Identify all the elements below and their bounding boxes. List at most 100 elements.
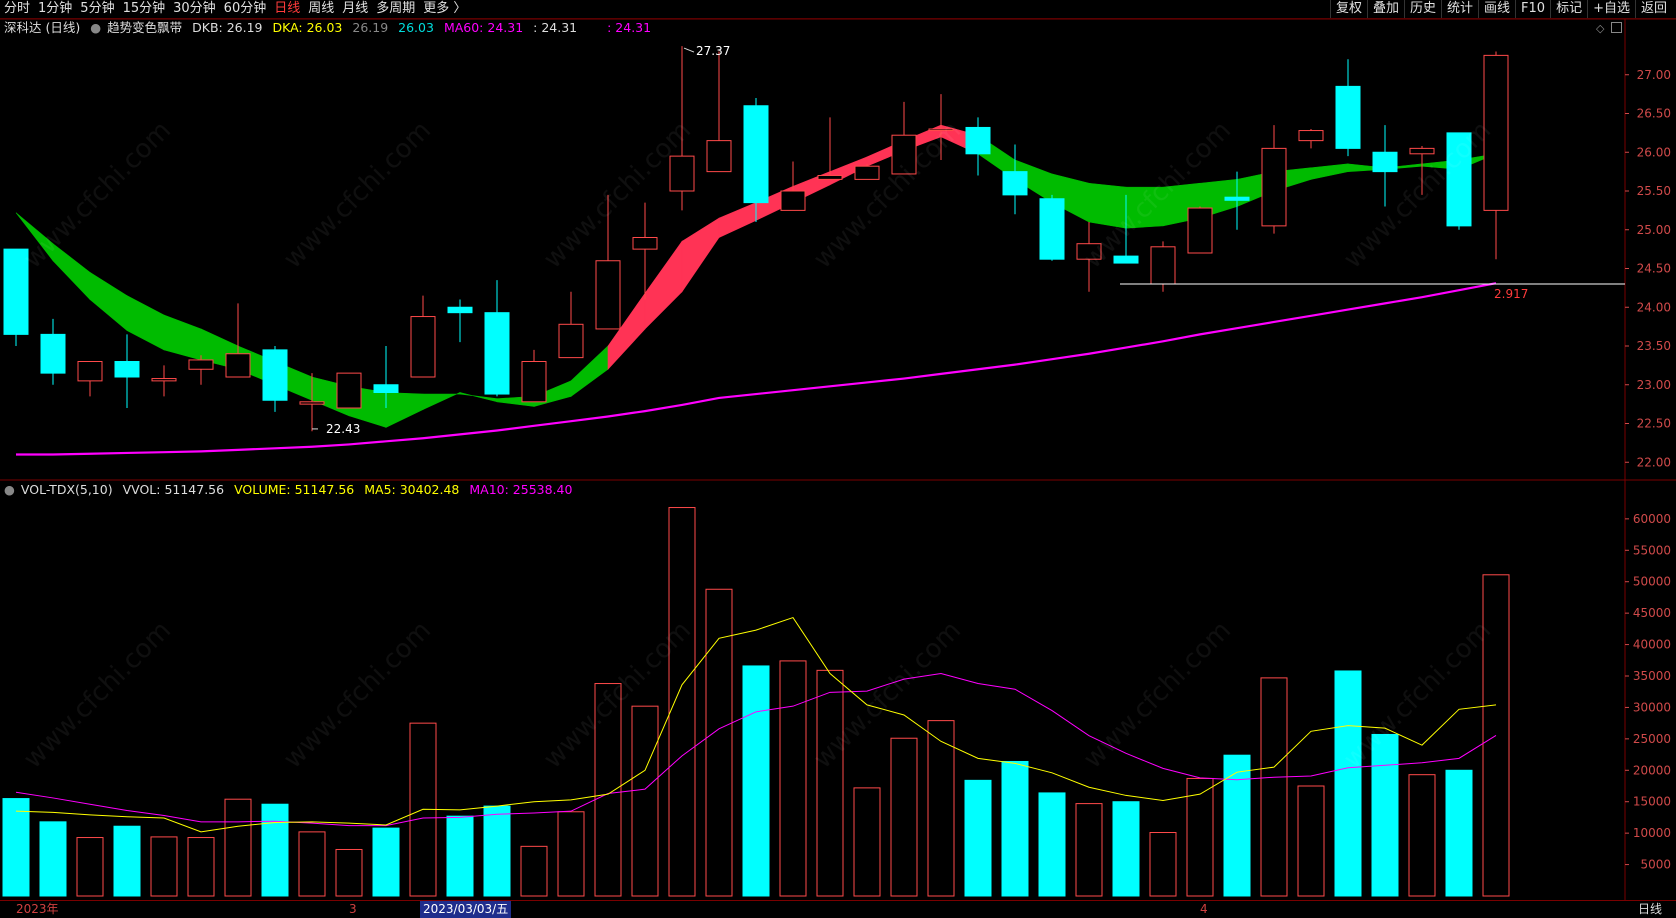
volume-tick-label: 35000 xyxy=(1633,669,1671,683)
volume-tick-label: 25000 xyxy=(1633,732,1671,746)
trend-band-segment xyxy=(163,314,202,361)
volume-bar xyxy=(1408,774,1436,897)
volume-tick-label: 15000 xyxy=(1633,795,1671,809)
volume-bar xyxy=(2,798,30,897)
volume-bar xyxy=(39,821,67,897)
volume-bar xyxy=(150,836,178,897)
volume-bar xyxy=(1334,670,1362,897)
candle-body xyxy=(1224,196,1250,201)
volume-tick-label: 10000 xyxy=(1633,826,1671,840)
trend-band-segment xyxy=(89,271,128,332)
period-label: 日线 xyxy=(1637,902,1662,916)
volume-bar xyxy=(224,798,252,897)
candle-body xyxy=(1372,151,1398,173)
candle-body xyxy=(1483,54,1509,211)
low-price-label: 22.43 xyxy=(326,422,360,436)
candle-body xyxy=(595,260,621,330)
price-tick-label: 27.00 xyxy=(1637,68,1671,82)
candle-body xyxy=(706,140,732,173)
price-tick-label: 26.00 xyxy=(1637,145,1671,159)
candle-body xyxy=(188,359,214,370)
candle-body xyxy=(40,333,66,374)
candle-body xyxy=(299,401,325,405)
volume-tick-label: 60000 xyxy=(1633,512,1671,526)
axis-year-label: 2023年 xyxy=(16,902,59,916)
volume-bar xyxy=(261,803,289,897)
volume-bar xyxy=(890,737,918,897)
volume-bar xyxy=(594,683,622,897)
candle-body xyxy=(225,353,251,378)
volume-tick-label: 20000 xyxy=(1633,763,1671,777)
volume-bar xyxy=(1038,792,1066,897)
trend-band-segment xyxy=(681,217,720,293)
volume-bar xyxy=(483,805,511,897)
trend-band-segment xyxy=(126,295,165,351)
price-tick-label: 22.50 xyxy=(1637,417,1671,431)
axis-month-3-label: 3 xyxy=(349,902,357,916)
candle-body xyxy=(1187,207,1213,254)
candle-body xyxy=(965,126,991,155)
candle-body xyxy=(521,361,547,403)
trend-band-segment xyxy=(1088,182,1127,229)
candle-body xyxy=(373,384,399,393)
volume-bar xyxy=(705,588,733,897)
volume-bar xyxy=(1260,677,1288,897)
volume-bar xyxy=(816,669,844,897)
candle-body xyxy=(1039,198,1065,260)
volume-bar xyxy=(1371,733,1399,897)
cursor-date-label: 2023/03/03/五 xyxy=(420,901,512,918)
volume-bar xyxy=(853,787,881,897)
candle-body xyxy=(1298,130,1324,142)
trend-band-segment xyxy=(1125,186,1164,229)
time-axis-bar: 2023年 3 2023/03/03/五 4 日线 xyxy=(0,900,1676,918)
price-tick-label: 22.00 xyxy=(1637,455,1671,469)
volume-bar xyxy=(335,848,363,897)
volume-bar xyxy=(557,811,585,897)
volume-tick-label: 45000 xyxy=(1633,606,1671,620)
volume-bar xyxy=(927,720,955,897)
candle-body xyxy=(928,128,954,131)
candle-body xyxy=(1261,147,1287,227)
chart-canvas[interactable]: 22.00 22.50 23.00 23.50 24.00 24.50 25.00 25.50… xyxy=(0,0,1676,900)
candle-body xyxy=(1113,255,1139,264)
trend-band-segment xyxy=(422,392,461,411)
candle-body xyxy=(410,316,436,378)
candle-body xyxy=(1002,171,1028,196)
candle-body xyxy=(336,372,362,409)
volume-tick-label: 50000 xyxy=(1633,575,1671,589)
volume-tick-label: 55000 xyxy=(1633,543,1671,557)
price-tick-label: 24.50 xyxy=(1637,262,1671,276)
candle-body xyxy=(1076,243,1102,260)
volume-bar xyxy=(668,507,696,897)
volume-bar xyxy=(964,779,992,897)
candle-body xyxy=(1446,132,1472,227)
price-tick-label: 25.00 xyxy=(1637,223,1671,237)
price-tick-label: 24.00 xyxy=(1637,300,1671,314)
candle-body xyxy=(151,378,177,382)
volume-bar xyxy=(1297,785,1325,897)
volume-bar xyxy=(631,705,659,897)
volume-bar xyxy=(1445,769,1473,897)
volume-bar xyxy=(520,845,548,897)
candle-body xyxy=(1150,246,1176,285)
price-tick-label: 23.00 xyxy=(1637,378,1671,392)
volume-bar xyxy=(1223,754,1251,897)
candle-body xyxy=(1409,147,1435,155)
candle-body xyxy=(854,165,880,180)
volume-tick-label: 40000 xyxy=(1633,638,1671,652)
high-price-label: 27.37 xyxy=(696,44,730,58)
volume-bar xyxy=(1075,803,1103,897)
trend-band-segment xyxy=(718,202,757,238)
volume-tick-label: 5000 xyxy=(1640,858,1671,872)
volume-bar xyxy=(1001,760,1029,897)
volume-bar xyxy=(1149,832,1177,897)
range-label: 2.917 xyxy=(1494,287,1528,301)
candle-body xyxy=(447,306,473,314)
candle-body xyxy=(262,349,288,401)
trend-band-segment xyxy=(385,392,424,428)
candle-body xyxy=(1335,85,1361,149)
price-tick-label: 25.50 xyxy=(1637,184,1671,198)
candle-body xyxy=(484,312,510,395)
candle-body xyxy=(891,134,917,175)
volume-tick-label: 30000 xyxy=(1633,700,1671,714)
